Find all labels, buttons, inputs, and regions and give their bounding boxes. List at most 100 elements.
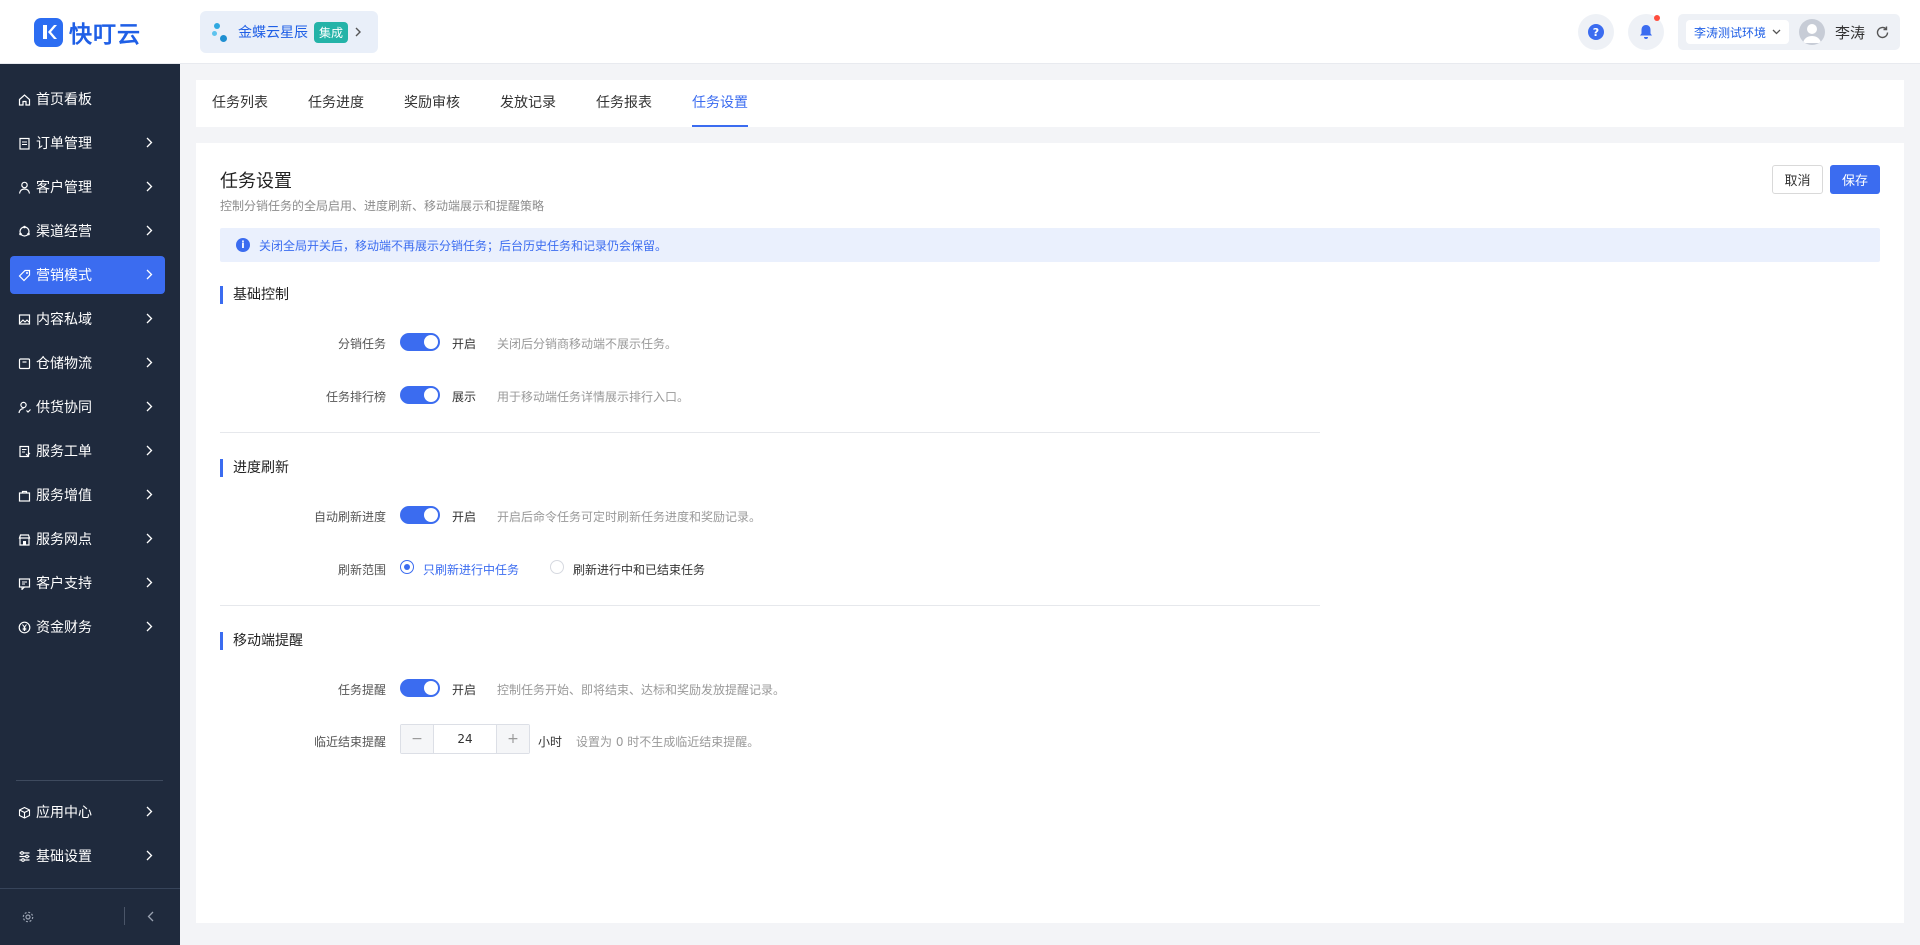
cancel-button[interactable]: 取消 [1772, 165, 1823, 194]
chevron-right-icon [146, 181, 153, 192]
stepper-minus-button[interactable]: − [401, 725, 433, 753]
sidebar-item-app-center[interactable]: 应用中心 [10, 793, 165, 831]
chevron-right-icon [355, 27, 362, 37]
footer-divider [124, 907, 125, 925]
sidebar-item-label: 服务工单 [36, 444, 92, 460]
tag-icon [17, 268, 31, 282]
image-icon [17, 312, 31, 326]
cube-icon [17, 805, 31, 819]
tab-distribution-records[interactable]: 发放记录 [500, 80, 556, 127]
sidebar-item-channels[interactable]: 渠道经营 [10, 212, 165, 250]
auto-refresh-toggle[interactable] [400, 506, 440, 524]
sidebar-item-content[interactable]: 内容私域 [10, 300, 165, 338]
chevron-right-icon [146, 489, 153, 500]
settings-card: 任务设置 控制分销任务的全局启用、进度刷新、移动端展示和提醒策略 取消 保存 i… [196, 143, 1904, 923]
sidebar-item-supply[interactable]: 供货协同 [10, 388, 165, 426]
user-avatar-icon [1802, 24, 1821, 43]
sidebar-item-service-points[interactable]: 服务网点 [10, 520, 165, 558]
tab-task-settings[interactable]: 任务设置 [692, 80, 748, 127]
sidebar-item-label: 首页看板 [36, 92, 92, 108]
refresh-scope-running-radio[interactable] [400, 560, 414, 574]
distribution-task-label: 分销任务 [337, 337, 386, 351]
near-end-hours-input[interactable]: 24 [433, 725, 497, 753]
distribution-task-hint: 关闭后分销商移动端不展示任务。 [497, 337, 678, 351]
sliders-icon [17, 849, 31, 863]
sidebar-item-label: 基础设置 [36, 849, 92, 865]
notification-button[interactable] [1627, 14, 1664, 50]
save-button[interactable]: 保存 [1830, 165, 1880, 194]
sidebar-item-label: 渠道经营 [36, 224, 92, 240]
task-remind-label: 任务提醒 [337, 683, 386, 697]
refresh-scope-label: 刷新范围 [337, 563, 386, 577]
near-end-unit: 小时 [538, 735, 563, 749]
sidebar-item-customers[interactable]: 客户管理 [10, 168, 165, 206]
sidebar-item-marketing[interactable]: 营销模式 [10, 256, 165, 294]
sidebar-item-warehouse[interactable]: 仓储物流 [10, 344, 165, 382]
chevron-right-icon [146, 806, 153, 817]
sidebar-item-value-added[interactable]: 服务增值 [10, 476, 165, 514]
notification-dot [1653, 15, 1660, 21]
tab-task-progress[interactable]: 任务进度 [308, 80, 364, 127]
tab-reward-review[interactable]: 奖励审核 [404, 80, 460, 127]
tab-task-reports[interactable]: 任务报表 [596, 80, 652, 127]
sidebar-item-label: 服务增值 [36, 488, 92, 504]
refresh-scope-all-label[interactable]: 刷新进行中和已结束任务 [573, 561, 705, 578]
collapse-sidebar-icon[interactable] [147, 911, 154, 922]
bag-icon [17, 488, 31, 502]
sidebar-item-label: 供货协同 [36, 400, 92, 416]
chevron-right-icon [146, 850, 153, 861]
environment-select[interactable]: 李涛测试环境 [1685, 20, 1789, 44]
support-icon [17, 576, 31, 590]
section-title-mobile: 移动端提醒 [220, 632, 303, 650]
integration-badge: 集成 [314, 21, 349, 43]
sidebar-item-label: 服务网点 [36, 532, 92, 548]
section-title-basic: 基础控制 [220, 286, 289, 304]
auto-refresh-hint: 开启后命令任务可定时刷新任务进度和奖励记录。 [497, 510, 762, 524]
sidebar-item-support[interactable]: 客户支持 [10, 564, 165, 602]
integration-switcher[interactable]: 金蝶云星辰 集成 [200, 11, 378, 53]
refresh-icon[interactable] [1875, 25, 1890, 40]
tab-task-list[interactable]: 任务列表 [212, 80, 268, 127]
ranking-label: 任务排行榜 [325, 390, 386, 404]
task-remind-state: 开启 [452, 683, 477, 697]
chevron-right-icon [146, 577, 153, 588]
sidebar-item-label: 客户管理 [36, 180, 92, 196]
user-name: 李涛 [1834, 23, 1865, 42]
bell-icon [1639, 25, 1652, 39]
chevron-right-icon [146, 357, 153, 368]
sidebar-item-label: 仓储物流 [36, 356, 92, 372]
sidebar-item-finance[interactable]: 资金财务 [10, 608, 165, 646]
gear-icon[interactable] [22, 911, 34, 923]
distribution-task-state: 开启 [452, 337, 477, 351]
refresh-scope-all-radio[interactable] [550, 560, 564, 574]
chevron-right-icon [146, 137, 153, 148]
notice-text: 关闭全局开关后，移动端不再展示分销任务；后台历史任务和记录仍会保留。 [259, 238, 668, 253]
brand-name: 金蝶云星辰 [238, 25, 308, 41]
logo[interactable]: 快叮云 [0, 0, 180, 64]
brand-icon [212, 21, 232, 43]
sidebar-item-home[interactable]: 首页看板 [10, 80, 165, 118]
help-button[interactable]: ? [1577, 14, 1614, 50]
clipboard-icon [17, 136, 31, 150]
sidebar-item-tickets[interactable]: 服务工单 [10, 432, 165, 470]
distribution-task-toggle[interactable] [400, 333, 440, 351]
task-remind-toggle[interactable] [400, 679, 440, 697]
box-icon [17, 356, 31, 370]
sidebar-item-settings[interactable]: 基础设置 [10, 837, 165, 875]
sidebar-divider [16, 780, 163, 781]
avatar[interactable] [1798, 19, 1825, 45]
task-remind-hint: 控制任务开始、即将结束、达标和奖励发放提醒记录。 [497, 683, 786, 697]
sidebar-footer [0, 888, 180, 945]
stepper-plus-button[interactable]: + [497, 725, 529, 753]
channel-icon [17, 224, 31, 238]
sidebar-item-label: 订单管理 [36, 136, 92, 152]
refresh-scope-running-label[interactable]: 只刷新进行中任务 [423, 561, 519, 578]
environment-label: 李涛测试环境 [1693, 25, 1766, 40]
sidebar-item-label: 应用中心 [36, 805, 92, 821]
yen-icon [17, 620, 31, 634]
sidebar-item-orders[interactable]: 订单管理 [10, 124, 165, 162]
ranking-toggle[interactable] [400, 386, 440, 404]
chevron-right-icon [146, 269, 153, 280]
chevron-right-icon [146, 445, 153, 456]
store-icon [17, 532, 31, 546]
